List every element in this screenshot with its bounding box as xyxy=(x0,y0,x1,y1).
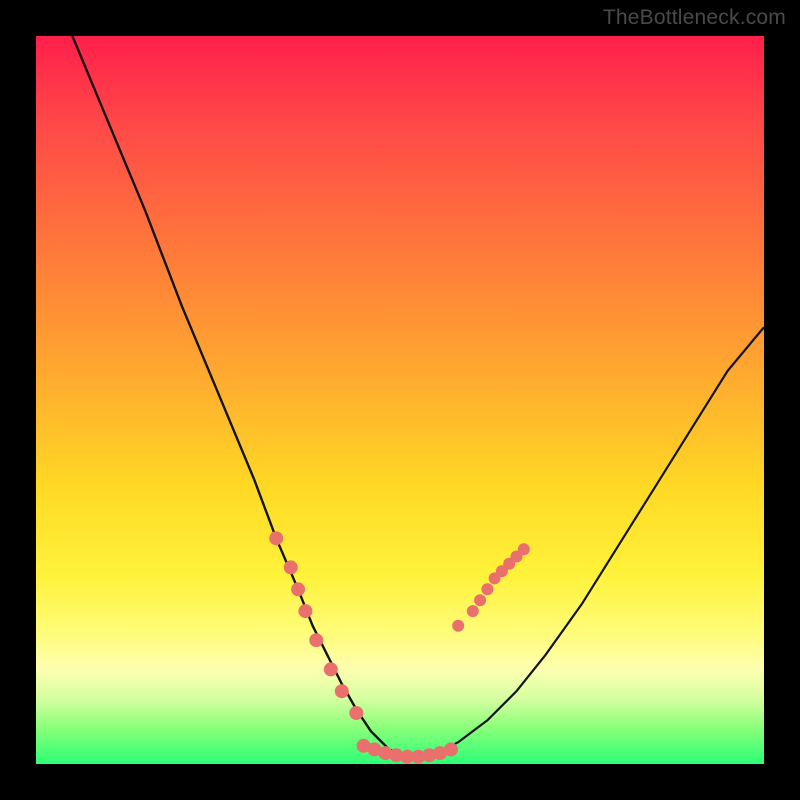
right-marker-group xyxy=(452,543,530,632)
data-marker xyxy=(467,605,479,617)
data-marker xyxy=(284,560,298,574)
left-marker-group xyxy=(269,531,363,720)
data-marker xyxy=(269,531,283,545)
plot-area xyxy=(36,36,764,764)
data-marker xyxy=(444,742,458,756)
curve-svg xyxy=(36,36,764,764)
right-curve xyxy=(415,327,764,760)
bottom-marker-group xyxy=(357,739,458,764)
data-marker xyxy=(474,594,486,606)
data-marker xyxy=(309,633,323,647)
data-marker xyxy=(452,620,464,632)
data-marker xyxy=(335,684,349,698)
data-marker xyxy=(481,583,493,595)
chart-frame: TheBottleneck.com xyxy=(0,0,800,800)
data-marker xyxy=(349,706,363,720)
data-marker xyxy=(518,543,530,555)
left-curve xyxy=(72,36,414,760)
watermark-text: TheBottleneck.com xyxy=(603,6,786,30)
data-marker xyxy=(291,582,305,596)
data-marker xyxy=(324,662,338,676)
data-marker xyxy=(298,604,312,618)
